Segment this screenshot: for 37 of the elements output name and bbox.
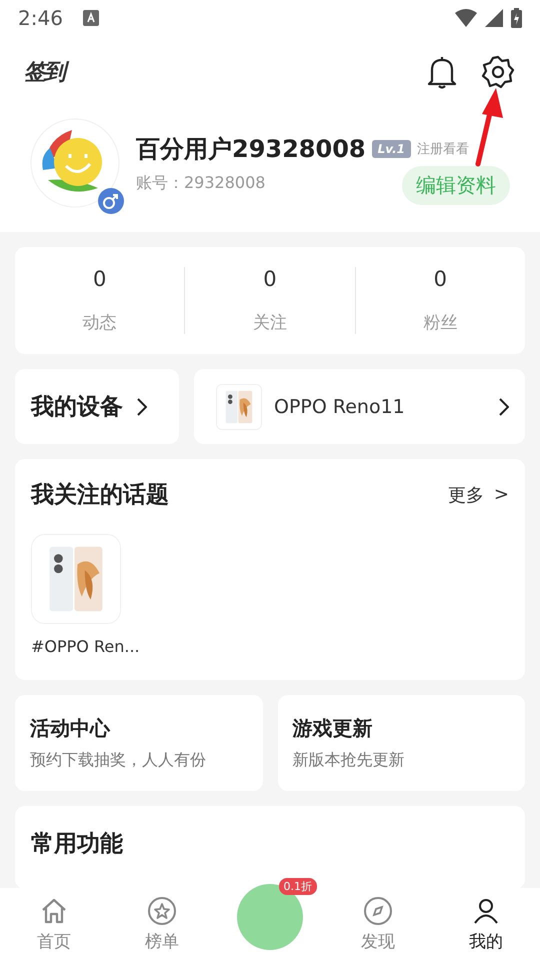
card-title: 游戏更新 [292, 715, 374, 742]
promo-card[interactable]: 活动中心 预约下载抽奖，人人有份 [15, 695, 262, 792]
promo-card[interactable]: 游戏更新 新版本抢先更新 [278, 695, 525, 792]
more-link[interactable]: 更多 > [448, 482, 509, 506]
keyboard-icon [82, 10, 99, 26]
wifi-icon [455, 9, 477, 27]
account-id: 账号：29328008 [136, 172, 266, 194]
card-title: 活动中心 [30, 715, 112, 742]
settings-icon[interactable] [480, 54, 516, 90]
my-devices-card[interactable]: 我的设备 [15, 369, 179, 444]
battery-icon [511, 8, 522, 28]
level-hint: 注册看看 [417, 140, 469, 158]
section-title: 常用功能 [31, 831, 123, 858]
stat-count[interactable]: 0 [263, 267, 277, 291]
stat-count[interactable]: 0 [92, 267, 106, 291]
status-time: 2:46 [18, 6, 63, 30]
nav-tab[interactable]: 榜单 [108, 896, 216, 952]
topic-label[interactable]: #OPPO Ren... [31, 636, 140, 658]
card-subtitle: 新版本抢先更新 [292, 750, 406, 772]
nav-tab[interactable]: 我的 [432, 896, 540, 952]
compass-icon [363, 896, 393, 926]
nav-tab[interactable]: 发现 [324, 896, 432, 952]
nav-tab[interactable]: 首页 [0, 896, 108, 952]
section-title: 我关注的话题 [31, 481, 169, 510]
chevron-icon [499, 398, 509, 416]
male-icon [98, 188, 124, 214]
signal-icon [485, 9, 503, 27]
card-subtitle: 预约下载抽奖，人人有份 [30, 750, 207, 772]
bell-icon[interactable] [426, 54, 458, 90]
stat-count[interactable]: 0 [434, 267, 447, 291]
device-card[interactable]: OPPO Reno11 [194, 369, 525, 444]
level-badge: Lv.1 [372, 140, 411, 158]
user-name: 百分用户29328008 [136, 134, 366, 164]
discount-badge: 0.1折 [278, 878, 317, 895]
chevron-icon [137, 398, 147, 416]
card-title: 我的设备 [31, 393, 123, 422]
device-name: OPPO Reno11 [274, 396, 406, 418]
